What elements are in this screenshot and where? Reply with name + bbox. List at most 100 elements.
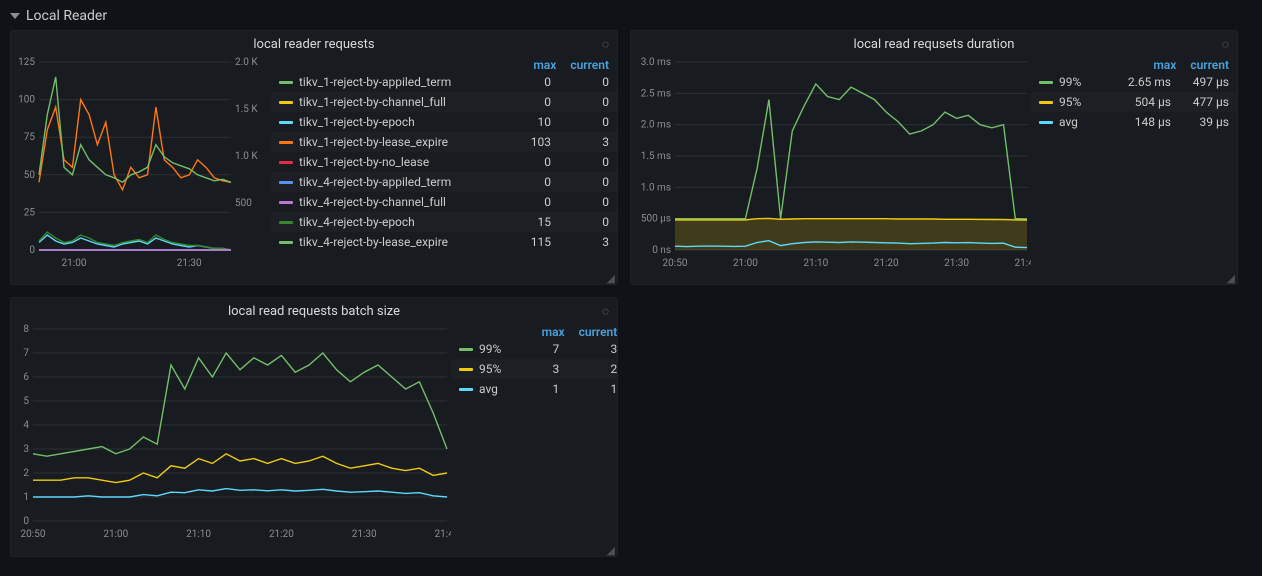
legend-item[interactable]: tikv_1-reject-by-no_lease00: [271, 152, 617, 172]
loading-icon[interactable]: ◌: [1222, 37, 1229, 51]
svg-text:75: 75: [24, 132, 36, 143]
svg-text:3.0 ms: 3.0 ms: [641, 57, 671, 68]
legend-item[interactable]: tikv_1-reject-by-lease_expire1033: [271, 132, 617, 152]
legend-col-current[interactable]: current: [579, 325, 617, 339]
loading-icon[interactable]: ◌: [602, 304, 609, 318]
legend-current: 0: [557, 175, 609, 189]
legend-max: 7: [507, 342, 559, 356]
svg-text:500: 500: [235, 198, 252, 209]
legend-label: tikv_1-reject-by-channel_full: [299, 95, 493, 109]
legend-label: avg: [1059, 115, 1113, 129]
legend-item[interactable]: tikv_1-reject-by-appiled_term 00: [271, 72, 617, 92]
legend-current: 0: [557, 95, 609, 109]
legend-current: 497 µs: [1177, 75, 1229, 89]
legend-max: 3: [507, 362, 559, 376]
panel-local-read-duration: local read requsets duration ◌ 0 ns500 µ…: [630, 30, 1238, 285]
legend-swatch: [1039, 81, 1053, 84]
legend-max: 0: [499, 175, 551, 189]
legend-item[interactable]: tikv_1-reject-by-channel_full 00: [271, 92, 617, 112]
chart[interactable]: 0 ns500 µs1.0 ms1.5 ms2.0 ms2.5 ms3.0 ms…: [631, 54, 1031, 284]
svg-text:2.0 ms: 2.0 ms: [641, 120, 671, 131]
svg-text:1.5 ms: 1.5 ms: [641, 151, 671, 162]
legend-max: 148 µs: [1119, 115, 1171, 129]
svg-text:1.0 K: 1.0 K: [235, 151, 258, 162]
panel-title[interactable]: local reader requests: [11, 31, 617, 54]
legend-col-max[interactable]: max: [533, 58, 556, 72]
panel-title[interactable]: local read requests batch size: [11, 298, 617, 321]
section-title: Local Reader: [26, 8, 107, 24]
legend-max: 0: [499, 95, 551, 109]
legend: max current tikv_1-reject-by-appiled_ter…: [271, 54, 617, 284]
chart[interactable]: 02550751001255001.0 K1.5 K2.0 K21:0021:3…: [11, 54, 271, 284]
legend-current: 477 µs: [1177, 95, 1229, 109]
legend-item[interactable]: tikv_1-reject-by-epoch100: [271, 112, 617, 132]
chevron-down-icon: [10, 13, 20, 19]
legend: max current 99%2.65 ms497 µs95%504 µs477…: [1031, 54, 1237, 284]
legend-item[interactable]: 95%504 µs477 µs: [1031, 92, 1237, 112]
loading-icon[interactable]: ◌: [602, 37, 609, 51]
panel-local-read-batch-size: local read requests batch size ◌ 0123456…: [10, 297, 618, 557]
svg-text:8: 8: [23, 324, 29, 335]
svg-text:100: 100: [18, 95, 35, 106]
svg-text:2.5 ms: 2.5 ms: [641, 88, 671, 99]
legend-col-max[interactable]: max: [1153, 58, 1176, 72]
legend-item[interactable]: 95%32: [451, 359, 617, 379]
legend-current: 39 µs: [1177, 115, 1229, 129]
panel-title[interactable]: local read requsets duration: [631, 31, 1237, 54]
legend-swatch: [459, 348, 473, 351]
legend-label: 95%: [1059, 95, 1113, 109]
legend-swatch: [279, 181, 293, 184]
svg-text:21:00: 21:00: [733, 258, 758, 269]
legend-current: 3: [565, 342, 617, 356]
svg-text:0: 0: [23, 516, 29, 527]
legend-label: tikv_1-reject-by-epoch: [299, 115, 493, 129]
svg-text:25: 25: [24, 207, 36, 218]
legend-swatch: [279, 141, 293, 144]
legend-current: 3: [557, 235, 609, 249]
legend-max: 115: [499, 235, 551, 249]
legend-col-current[interactable]: current: [570, 58, 609, 72]
legend-item[interactable]: 99%2.65 ms497 µs: [1031, 72, 1237, 92]
legend-label: tikv_4-reject-by-appiled_term: [299, 175, 493, 189]
svg-text:500 µs: 500 µs: [641, 214, 671, 225]
legend-col-max[interactable]: max: [542, 325, 565, 339]
legend-item[interactable]: tikv_4-reject-by-epoch150: [271, 212, 617, 232]
panels-grid: local reader requests ◌ 0255075100125500…: [10, 30, 1252, 557]
legend-swatch: [1039, 101, 1053, 104]
legend-col-current[interactable]: current: [1190, 58, 1229, 72]
svg-text:21:30: 21:30: [177, 258, 202, 269]
section-header[interactable]: Local Reader: [10, 4, 1252, 30]
legend-current: 0: [557, 75, 609, 89]
legend-item[interactable]: tikv_4-reject-by-appiled_term 00: [271, 172, 617, 192]
svg-text:21:40: 21:40: [435, 529, 451, 540]
legend-item[interactable]: avg11: [451, 379, 617, 399]
svg-text:21:10: 21:10: [186, 529, 211, 540]
legend-item[interactable]: 99% 73: [451, 339, 617, 359]
legend-swatch: [1039, 121, 1053, 124]
svg-text:1.5 K: 1.5 K: [235, 104, 258, 115]
legend-swatch: [459, 388, 473, 391]
legend-swatch: [279, 81, 293, 84]
legend-swatch: [459, 368, 473, 371]
svg-text:21:30: 21:30: [944, 258, 969, 269]
legend-label: tikv_1-reject-by-no_lease: [299, 155, 493, 169]
legend-max: 0: [499, 75, 551, 89]
legend-current: 0: [557, 215, 609, 229]
legend-swatch: [279, 221, 293, 224]
legend-item[interactable]: tikv_4-reject-by-lease_expire 115 3: [271, 232, 617, 252]
legend-item[interactable]: tikv_4-reject-by-channel_full00: [271, 192, 617, 212]
legend-label: tikv_4-reject-by-lease_expire: [299, 235, 493, 249]
legend-current: 0: [557, 195, 609, 209]
legend-label: tikv_1-reject-by-appiled_term: [299, 75, 493, 89]
legend-label: tikv_1-reject-by-lease_expire: [299, 135, 493, 149]
legend-max: 10: [499, 115, 551, 129]
svg-text:0: 0: [29, 245, 35, 256]
svg-text:21:00: 21:00: [103, 529, 128, 540]
legend-item[interactable]: avg 148 µs 39 µs: [1031, 112, 1237, 132]
svg-text:125: 125: [18, 57, 35, 68]
legend-label: 99%: [479, 342, 501, 356]
svg-text:2: 2: [23, 468, 29, 479]
legend-max: 0: [499, 155, 551, 169]
legend-max: 1: [507, 382, 559, 396]
chart[interactable]: 01234567820:5021:0021:1021:2021:3021:40: [11, 321, 451, 556]
